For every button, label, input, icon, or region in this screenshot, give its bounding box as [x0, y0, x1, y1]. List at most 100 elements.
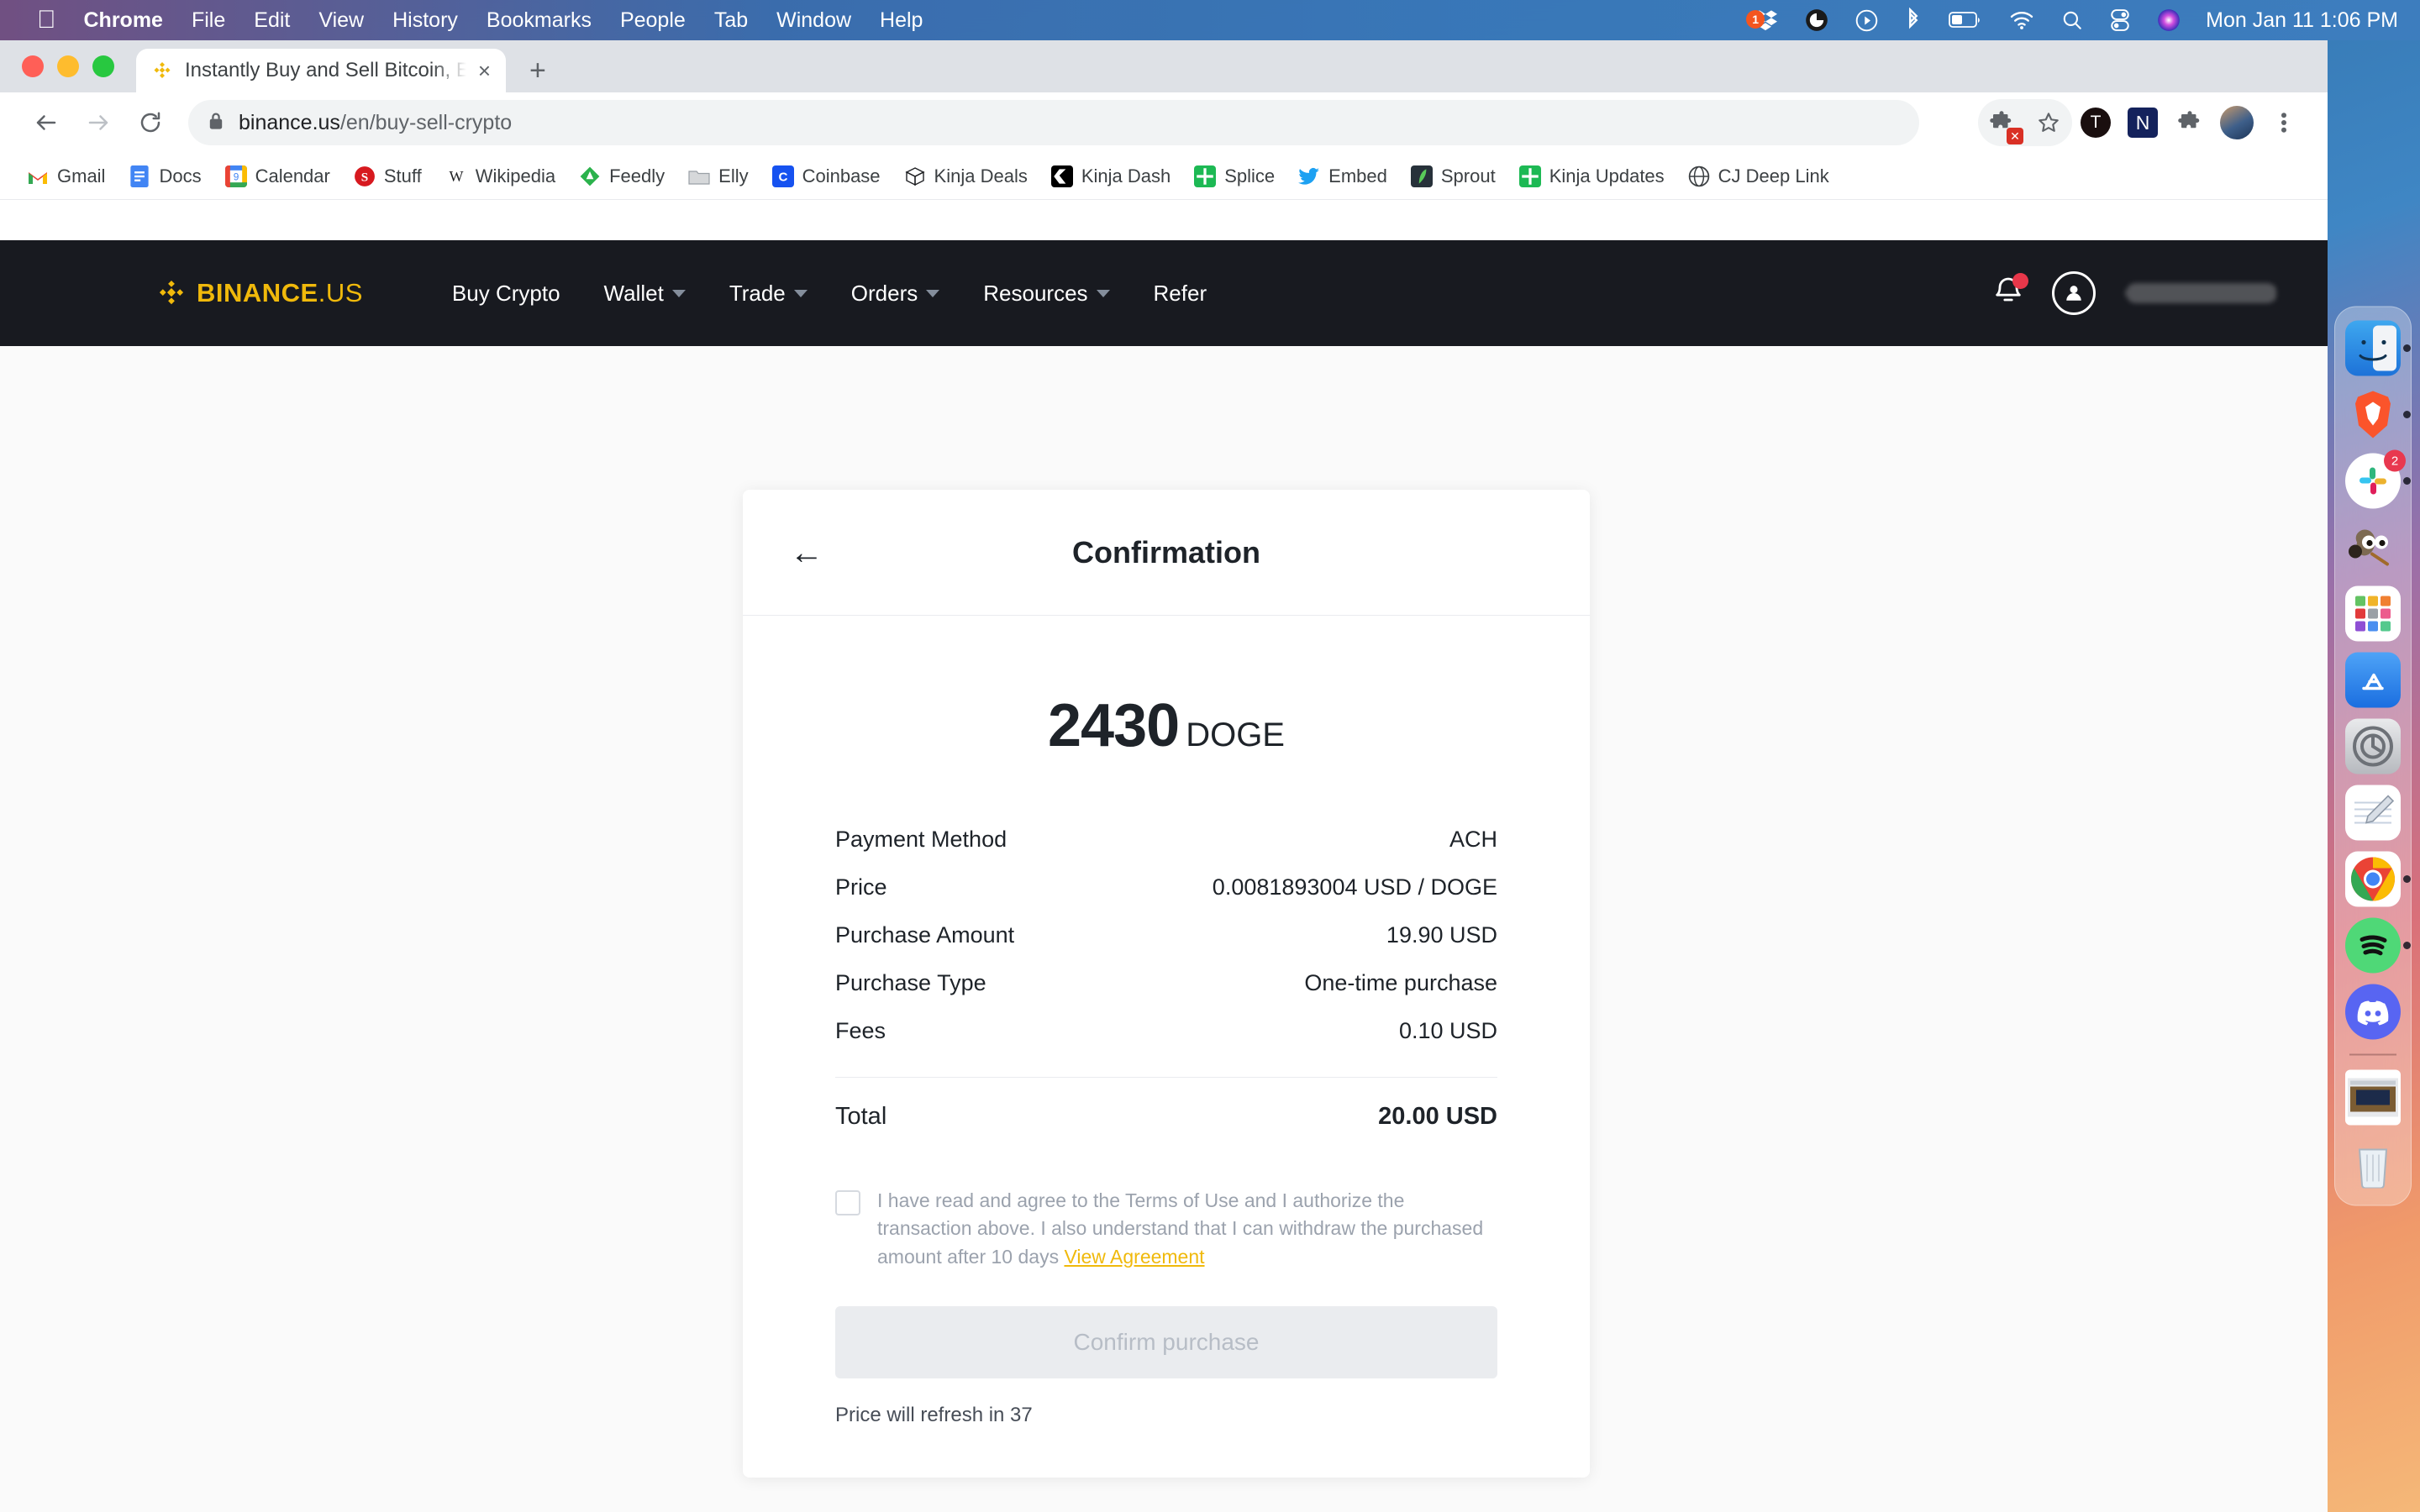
- battery-icon[interactable]: [1935, 11, 1996, 29]
- dock-item-app-store[interactable]: [2345, 652, 2401, 708]
- nav-buy-crypto[interactable]: Buy Crypto: [430, 281, 582, 307]
- browser-tab[interactable]: Instantly Buy and Sell Bitcoin, E ×: [136, 49, 506, 92]
- logitech-options-icon[interactable]: [1791, 8, 1842, 32]
- terms-agreement: I have read and agree to the Terms of Us…: [835, 1187, 1497, 1271]
- dock-item-slack[interactable]: 2: [2345, 449, 2411, 509]
- back-arrow-icon[interactable]: ←: [790, 536, 823, 570]
- tab-close-icon[interactable]: ×: [478, 60, 491, 81]
- nav-resources[interactable]: Resources: [961, 281, 1131, 307]
- forward-button[interactable]: [72, 97, 124, 149]
- apple-logo-icon[interactable]: : [24, 0, 70, 40]
- detail-rows: Payment Method ACH Price 0.0081893004 US…: [835, 816, 1497, 1055]
- app-store-icon: [2345, 652, 2401, 708]
- bookmark-embed[interactable]: Embed: [1286, 165, 1399, 187]
- extension-puzzle-icon-2[interactable]: [2166, 99, 2213, 146]
- minimize-window-button[interactable]: [57, 55, 79, 77]
- maximize-window-button[interactable]: [92, 55, 114, 77]
- profile-avatar-icon[interactable]: [2213, 99, 2260, 146]
- dropbox-icon[interactable]: 1: [1739, 8, 1791, 32]
- brave-browser-icon: [2345, 387, 2401, 443]
- dock-item-discord[interactable]: [2345, 984, 2401, 1040]
- menu-item-bookmarks[interactable]: Bookmarks: [472, 0, 606, 40]
- bookmark-feedly[interactable]: Feedly: [567, 165, 676, 187]
- new-tab-button[interactable]: +: [506, 49, 570, 92]
- bookmark-stuff[interactable]: S Stuff: [342, 165, 434, 187]
- dock-item-notes[interactable]: [2345, 785, 2401, 841]
- row-label: Purchase Amount: [835, 922, 1015, 948]
- dock-item-chrome[interactable]: [2345, 851, 2411, 907]
- dock-item-finder[interactable]: [2345, 320, 2411, 376]
- dock-item-color-palette[interactable]: [2345, 585, 2401, 642]
- bookmark-elly[interactable]: Elly: [676, 165, 760, 187]
- view-agreement-link[interactable]: View Agreement: [1064, 1246, 1204, 1268]
- nav-label: Trade: [729, 280, 786, 306]
- bookmark-splice[interactable]: Splice: [1182, 165, 1286, 187]
- back-button[interactable]: [20, 97, 72, 149]
- reload-button[interactable]: [124, 97, 176, 149]
- siri-icon[interactable]: [2144, 8, 2194, 32]
- price-refresh-timer: Price will refresh in 37: [835, 1404, 1033, 1427]
- menu-item-view[interactable]: View: [304, 0, 378, 40]
- svg-text:S: S: [361, 170, 368, 184]
- notes-icon: [2345, 785, 2401, 841]
- notion-glyph: N: [2128, 108, 2158, 138]
- bluetooth-icon[interactable]: [1891, 8, 1935, 33]
- nav-trade[interactable]: Trade: [708, 281, 829, 307]
- control-center-icon[interactable]: [2096, 9, 2144, 31]
- spotify-icon: [2345, 917, 2401, 974]
- bell-icon[interactable]: [1991, 273, 2028, 312]
- menu-item-help[interactable]: Help: [865, 0, 937, 40]
- dock-item-downloads[interactable]: [2345, 1069, 2401, 1126]
- bookmark-gmail[interactable]: Gmail: [15, 165, 117, 187]
- menu-item-tab[interactable]: Tab: [700, 0, 762, 40]
- bookmark-coinbase[interactable]: C Coinbase: [760, 165, 892, 187]
- nav-label: Wallet: [603, 280, 664, 306]
- wifi-icon[interactable]: [1996, 10, 2048, 30]
- bookmark-docs[interactable]: Docs: [117, 165, 213, 187]
- logo-suffix: .US: [318, 278, 363, 307]
- menu-item-people[interactable]: People: [606, 0, 700, 40]
- bookmark-kinja-dash[interactable]: Kinja Dash: [1039, 165, 1182, 187]
- toolbar-right-icons: ✕ T N: [1978, 99, 2307, 146]
- notion-extension-icon[interactable]: N: [2119, 99, 2166, 146]
- nav-wallet[interactable]: Wallet: [582, 281, 708, 307]
- menu-bar-clock[interactable]: Mon Jan 11 1:06 PM: [2194, 8, 2398, 33]
- terms-checkbox[interactable]: [835, 1190, 860, 1215]
- google-calendar-icon: 9: [224, 165, 247, 187]
- dock-item-system-preferences[interactable]: [2345, 718, 2401, 774]
- binance-site-header: BINANCE.US Buy Crypto Wallet Trade Order…: [0, 240, 2328, 346]
- twitter-icon: [1298, 165, 1320, 187]
- nav-refer[interactable]: Refer: [1132, 281, 1229, 307]
- bookmark-kinja-updates[interactable]: Kinja Updates: [1507, 165, 1676, 187]
- extensions-puzzle-icon[interactable]: ✕: [1978, 99, 2025, 146]
- bookmark-label: Kinja Deals: [934, 165, 1028, 186]
- bookmark-cj-deep-link[interactable]: CJ Deep Link: [1676, 165, 1841, 187]
- user-avatar-icon[interactable]: [2052, 271, 2096, 315]
- close-window-button[interactable]: [22, 55, 44, 77]
- nav-orders[interactable]: Orders: [829, 281, 961, 307]
- media-play-icon[interactable]: [1842, 9, 1891, 32]
- dock-item-brave[interactable]: [2345, 387, 2411, 443]
- menu-item-window[interactable]: Window: [762, 0, 865, 40]
- bookmark-label: Elly: [718, 165, 749, 186]
- menu-item-file[interactable]: File: [177, 0, 239, 40]
- dock-item-trash[interactable]: [2345, 1137, 2401, 1192]
- todoist-extension-icon[interactable]: T: [2072, 99, 2119, 146]
- binance-logo[interactable]: BINANCE.US: [156, 278, 363, 308]
- bookmark-wikipedia[interactable]: W Wikipedia: [434, 165, 567, 187]
- menu-item-chrome[interactable]: Chrome: [70, 0, 177, 40]
- bookmark-calendar[interactable]: 9 Calendar: [213, 165, 342, 187]
- bookmark-sprout[interactable]: Sprout: [1399, 165, 1507, 187]
- dock-item-gimp[interactable]: [2345, 520, 2401, 575]
- spotlight-search-icon[interactable]: [2048, 9, 2096, 31]
- bookmark-kinja-deals[interactable]: Kinja Deals: [892, 165, 1039, 187]
- confirm-purchase-button[interactable]: Confirm purchase: [835, 1306, 1497, 1379]
- dock-item-spotify[interactable]: [2345, 917, 2411, 974]
- address-bar[interactable]: binance.us/en/buy-sell-crypto: [188, 100, 1919, 145]
- menu-item-history[interactable]: History: [378, 0, 472, 40]
- total-label: Total: [835, 1102, 887, 1130]
- chrome-menu-kebab-icon[interactable]: [2260, 99, 2307, 146]
- menu-item-edit[interactable]: Edit: [239, 0, 304, 40]
- bookmark-star-icon[interactable]: [2025, 99, 2072, 146]
- window-traffic-lights: [22, 40, 136, 92]
